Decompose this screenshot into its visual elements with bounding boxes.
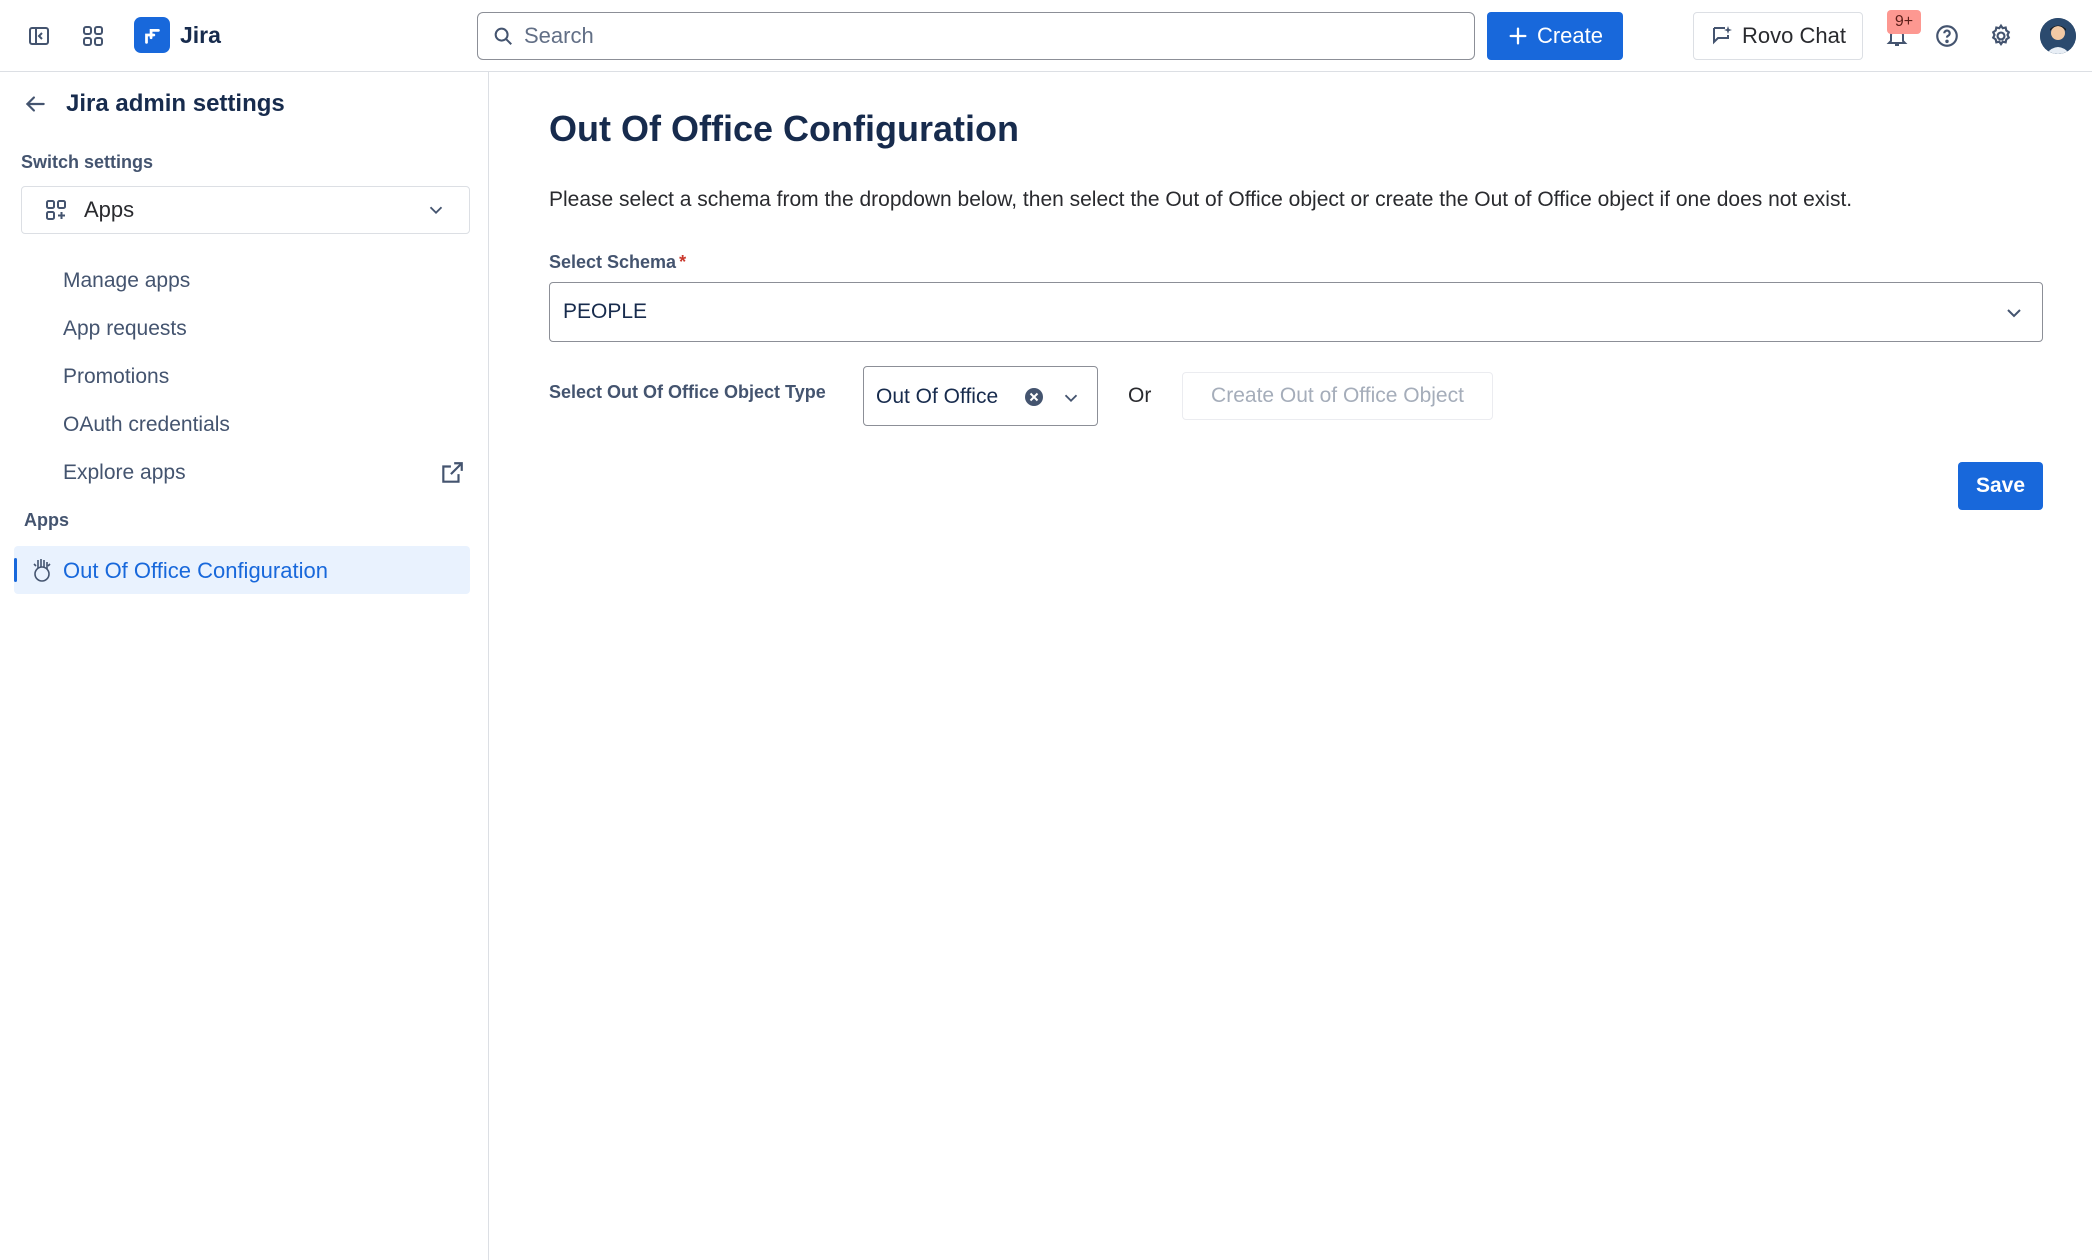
notifications-badge: 9+ [1887, 10, 1921, 34]
jira-logo-icon [134, 17, 170, 53]
product-name: Jira [180, 21, 221, 48]
select-schema-label-text: Select Schema [549, 252, 677, 272]
sidebar-item-explore-apps[interactable]: Explore apps [63, 461, 186, 485]
rovo-chat-label: Rovo Chat [1742, 23, 1846, 48]
object-type-label: Select Out Of Office Object Type [549, 382, 826, 402]
sidebar-item-app-requests[interactable]: App requests [63, 317, 187, 341]
sidebar-item-out-of-office-configuration[interactable]: Out Of Office Configuration [14, 546, 470, 594]
object-type-select[interactable]: Out Of Office [863, 366, 1098, 426]
page-title: Out Of Office Configuration [549, 108, 1019, 149]
active-item-label: Out Of Office Configuration [63, 558, 328, 583]
sidebar-title: Jira admin settings [66, 90, 285, 117]
help-button[interactable] [1927, 16, 1967, 56]
switch-settings-dropdown[interactable]: Apps [21, 186, 470, 234]
create-label: Create [1536, 23, 1604, 48]
switch-settings-value: Apps [84, 197, 135, 222]
back-to-admin-settings[interactable]: Jira admin settings [22, 90, 285, 118]
sidebar-toggle-icon[interactable] [19, 16, 59, 56]
select-schema-label: Select Schema * [549, 252, 686, 273]
help-icon [1936, 25, 1958, 47]
schema-select-value: PEOPLE [563, 300, 648, 323]
app-switcher-icon[interactable] [73, 16, 113, 56]
rovo-chat-button[interactable]: Rovo Chat [1693, 12, 1863, 60]
page-description: Please select a schema from the dropdown… [549, 188, 1853, 211]
jira-logo[interactable]: Jira [134, 17, 221, 53]
gear-icon [1991, 23, 2011, 47]
create-button[interactable]: Create [1487, 12, 1623, 60]
rovo-chat-icon [1713, 26, 1733, 45]
clear-icon[interactable] [1024, 387, 1044, 407]
object-type-value: Out Of Office [876, 385, 999, 408]
out-of-office-app-icon [33, 559, 51, 582]
chevron-down-icon [2007, 309, 2021, 318]
sidebar-item-manage-apps[interactable]: Manage apps [63, 269, 190, 293]
or-separator: Or [1128, 384, 1152, 407]
user-avatar[interactable] [2040, 18, 2076, 54]
external-link-icon[interactable] [439, 460, 465, 486]
admin-sidebar: Jira admin settings Switch settings Apps… [0, 72, 489, 1260]
required-marker: * [679, 252, 687, 272]
chevron-down-icon [1064, 394, 1078, 403]
main-content: Out Of Office Configuration Please selec… [490, 72, 2092, 1260]
search-bar[interactable] [477, 12, 1475, 60]
schema-select[interactable]: PEOPLE [549, 282, 2043, 342]
create-out-of-office-object-button[interactable]: Create Out of Office Object [1182, 372, 1493, 420]
top-navigation: Jira Create Rovo Chat 9+ [0, 0, 2092, 72]
save-button[interactable]: Save [1958, 462, 2043, 510]
apps-section-label: Apps [24, 510, 69, 530]
search-icon [494, 27, 512, 45]
settings-button[interactable] [1981, 16, 2021, 56]
chevron-down-icon [429, 206, 443, 215]
sidebar-item-promotions[interactable]: Promotions [63, 365, 169, 389]
apps-icon [46, 200, 66, 220]
plus-icon [1509, 27, 1527, 45]
arrow-left-icon [25, 96, 45, 112]
sidebar-item-oauth-credentials[interactable]: OAuth credentials [63, 413, 230, 437]
switch-settings-label: Switch settings [21, 152, 154, 172]
active-indicator [14, 558, 17, 582]
search-input[interactable] [524, 23, 1444, 49]
